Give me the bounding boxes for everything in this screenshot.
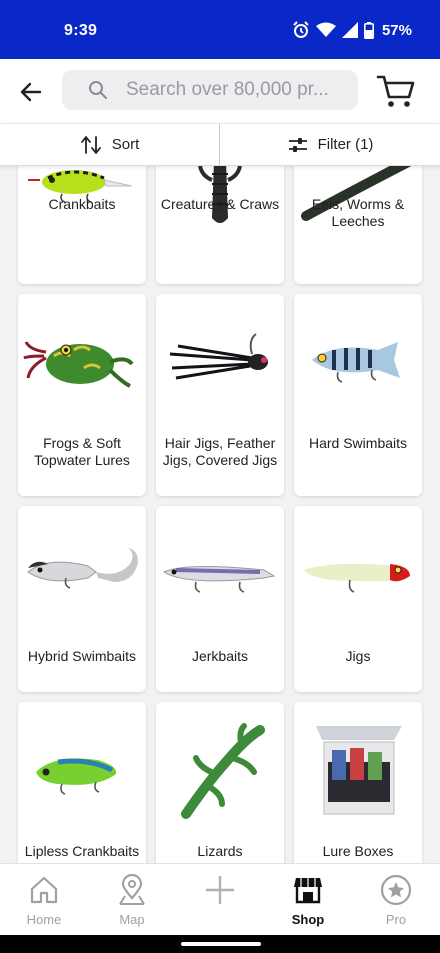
app-header	[0, 59, 440, 123]
lipless-crankbait-image	[36, 758, 117, 795]
category-label: Lure Boxes	[322, 843, 394, 859]
category-card-creatures-craws[interactable]: Creatures & Craws	[156, 164, 284, 284]
ice-jig-image	[304, 563, 411, 593]
category-label: Jigs	[345, 648, 371, 664]
hybrid-swimbait-image	[27, 548, 138, 589]
category-grid: Crankbaits Creatures & Craws Eels, Worms…	[18, 164, 422, 863]
sort-button[interactable]: Sort	[0, 124, 219, 165]
category-label: Hard Swimbaits	[308, 435, 408, 451]
sort-filter-bar: Sort Filter (1)	[0, 123, 440, 166]
nav-map-label: Map	[119, 912, 145, 927]
back-arrow-icon	[20, 82, 42, 102]
search-icon	[89, 81, 107, 99]
home-icon	[30, 876, 58, 904]
sort-icon	[80, 135, 101, 154]
category-card-eels-worms[interactable]: Eels, Worms & Leeches	[294, 164, 422, 284]
category-card-crankbaits[interactable]: Crankbaits	[18, 164, 146, 284]
plus-icon	[206, 876, 234, 904]
map-pin-icon	[119, 874, 145, 905]
category-label: Creatures & Craws	[160, 196, 280, 212]
hair-jig-image	[169, 333, 268, 380]
nav-pro[interactable]: Pro	[352, 864, 440, 936]
category-label: Eels, Worms & Leeches	[311, 196, 405, 229]
category-label: Jerkbaits	[191, 648, 249, 664]
category-label: Crankbaits	[48, 196, 116, 212]
nav-shop[interactable]: Shop	[264, 864, 352, 936]
nav-shop-label: Shop	[291, 912, 325, 927]
sort-label: Sort	[111, 136, 140, 153]
category-card-frogs[interactable]: Frogs & Soft Topwater Lures	[18, 294, 146, 496]
search-box[interactable]	[62, 70, 358, 110]
category-card-lizards[interactable]: Lizards	[156, 702, 284, 863]
swimbait-image	[312, 342, 400, 383]
frog-lure-image	[23, 341, 134, 388]
system-gesture-bar	[0, 935, 440, 953]
category-label: Hair Jigs, Feather Jigs, Covered Jigs	[162, 435, 278, 468]
category-grid-viewport[interactable]: Crankbaits Creatures & Craws Eels, Worms…	[0, 164, 440, 863]
filter-button[interactable]: Filter (1)	[221, 124, 440, 165]
category-label: Hybrid Swimbaits	[27, 648, 137, 664]
storefront-icon	[294, 878, 322, 904]
jerkbait-image	[162, 565, 276, 593]
back-button[interactable]	[16, 77, 46, 107]
search-input[interactable]	[124, 78, 348, 102]
nav-add[interactable]	[176, 864, 264, 936]
category-card-lure-boxes[interactable]: Lure Boxes	[294, 702, 422, 863]
lure-box-image	[316, 726, 402, 815]
category-label: Frogs & Soft Topwater Lures	[34, 435, 130, 468]
category-card-hair-jigs[interactable]: Hair Jigs, Feather Jigs, Covered Jigs	[156, 294, 284, 496]
category-card-jerkbaits[interactable]: Jerkbaits	[156, 506, 284, 692]
status-icons: 57%	[292, 21, 412, 39]
status-time: 9:39	[64, 22, 98, 39]
lizard-bait-image	[181, 723, 265, 819]
nav-pro-label: Pro	[385, 912, 407, 927]
category-card-lipless-crankbaits[interactable]: Lipless Crankbaits	[18, 702, 146, 863]
divider	[219, 124, 220, 165]
category-card-hybrid-swimbaits[interactable]: Hybrid Swimbaits	[18, 506, 146, 692]
battery-percent: 57%	[381, 21, 412, 39]
category-label: Lizards	[197, 843, 243, 859]
filter-sliders-icon	[288, 137, 307, 152]
nav-map[interactable]: Map	[88, 864, 176, 936]
status-bar: 9:39 57%	[0, 0, 440, 59]
shopping-cart-icon	[376, 75, 415, 107]
nav-home-label: Home	[26, 912, 62, 927]
bottom-navigation: Home Map Shop Pro	[0, 863, 440, 936]
signal-icon	[341, 22, 358, 38]
pro-star-badge-icon	[380, 874, 412, 906]
category-card-hard-swimbaits[interactable]: Hard Swimbaits	[294, 294, 422, 496]
wifi-icon	[315, 22, 336, 37]
category-label: Lipless Crankbaits	[24, 843, 140, 859]
alarm-icon	[293, 21, 309, 38]
cart-button[interactable]	[376, 73, 416, 109]
filter-label: Filter (1)	[317, 136, 374, 153]
category-card-jigs[interactable]: Jigs	[294, 506, 422, 692]
nav-home[interactable]: Home	[0, 864, 88, 936]
battery-icon	[363, 21, 374, 39]
home-gesture-handle[interactable]	[181, 942, 261, 946]
